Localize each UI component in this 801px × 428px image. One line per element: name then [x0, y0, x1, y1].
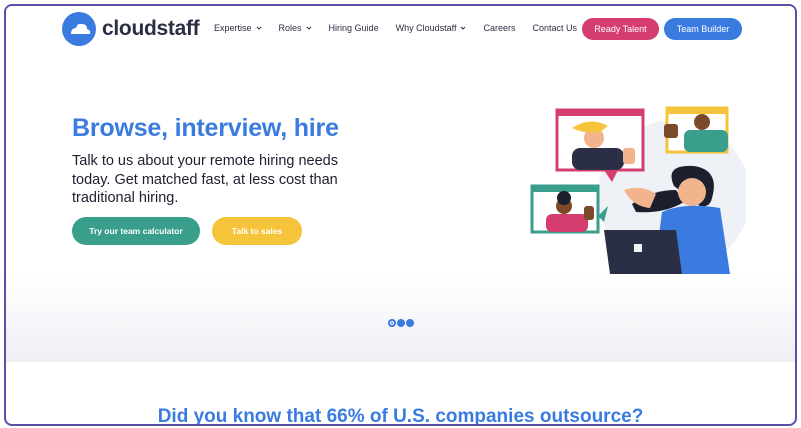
logo[interactable]: cloudstaff	[62, 12, 200, 46]
nav-item-why-cloudstaff[interactable]: Why Cloudstaff	[396, 23, 467, 33]
site-header: cloudstaff Expertise Roles Hiring Guide …	[6, 6, 795, 56]
hero-subtitle: Talk to us about your remote hiring need…	[72, 153, 338, 206]
nav-item-roles[interactable]: Roles	[279, 23, 312, 33]
nav-label: Careers	[483, 23, 516, 33]
nav-item-careers[interactable]: Careers	[483, 23, 515, 33]
nav-label: Expertise	[214, 23, 252, 33]
hero-title: Browse, interview, hire	[72, 114, 339, 142]
nav-label: Hiring Guide	[328, 23, 379, 33]
chevron-down-icon	[256, 26, 261, 30]
main-nav: Expertise Roles Hiring Guide Why Cloudst…	[214, 23, 594, 33]
stats-heading: Did you know that 66% of U.S. companies …	[157, 406, 644, 426]
nav-label: Roles	[278, 23, 302, 33]
carousel-dots	[388, 319, 415, 327]
carousel-dot[interactable]	[388, 319, 396, 327]
ready-talent-button[interactable]: Ready Talent	[582, 18, 659, 40]
team-builder-button[interactable]: Team Builder	[664, 18, 742, 40]
team-calculator-button[interactable]: Try our team calculator	[72, 217, 200, 245]
cloud-icon	[62, 12, 96, 46]
nav-label: Why Cloudstaff	[395, 23, 457, 33]
chevron-down-icon	[306, 26, 311, 30]
nav-item-hiring-guide[interactable]: Hiring Guide	[329, 23, 379, 33]
nav-item-contact-us[interactable]: Contact Us	[532, 23, 577, 33]
browser-frame: cloudstaff Expertise Roles Hiring Guide …	[4, 4, 797, 426]
nav-item-expertise[interactable]: Expertise	[214, 23, 262, 33]
nav-label: Contact Us	[532, 23, 577, 33]
remote-hiring-illustration	[530, 106, 746, 274]
carousel-dot[interactable]	[397, 319, 405, 327]
talk-to-sales-button[interactable]: Talk to sales	[212, 217, 302, 245]
carousel-dot[interactable]	[406, 319, 414, 327]
logo-text: cloudstaff	[102, 17, 200, 40]
chevron-down-icon	[461, 26, 466, 30]
